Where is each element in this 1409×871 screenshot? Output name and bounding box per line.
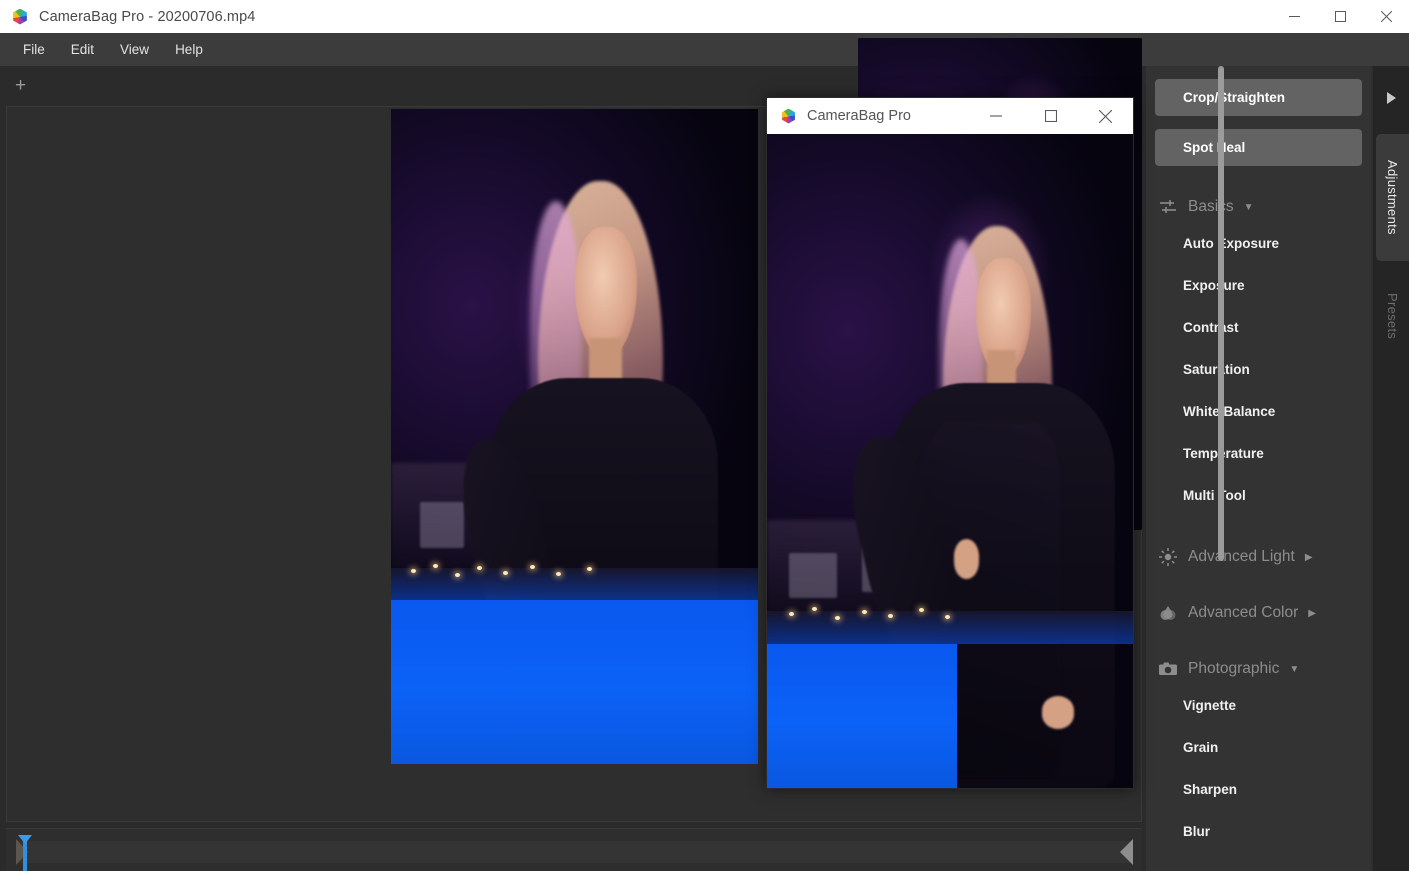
adjustment-saturation[interactable]: Saturation — [1146, 348, 1371, 390]
menu-item-help[interactable]: Help — [162, 38, 216, 61]
adjustments-panel: Crop/Straighten Spot Heal Basics ▼ Auto … — [1146, 66, 1409, 871]
tab-adjustments[interactable]: Adjustments — [1376, 134, 1409, 261]
menu-bar: File Edit View Help — [0, 33, 1409, 66]
tab-presets[interactable]: Presets — [1376, 269, 1409, 364]
photo-chair — [420, 502, 465, 548]
minimize-icon[interactable] — [968, 98, 1023, 134]
camera-icon — [1158, 659, 1178, 679]
chevron-down-icon[interactable]: ▼ — [1289, 664, 1299, 675]
group-header-advanced-light[interactable]: Advanced Light ▶ — [1146, 542, 1371, 572]
group-header-advanced-color[interactable]: Advanced Color ▶ — [1146, 598, 1371, 628]
main-preview-image[interactable] — [391, 109, 758, 764]
group-label-advanced-color: Advanced Color — [1188, 604, 1299, 621]
timeline-track[interactable] — [16, 841, 1132, 863]
add-tab-button[interactable]: + — [11, 76, 30, 96]
window-controls — [1271, 0, 1409, 33]
tab-presets-label: Presets — [1385, 293, 1400, 340]
photo-string-lights — [402, 561, 622, 587]
main-title-bar: CameraBag Pro - 20200706.mp4 — [0, 0, 1409, 33]
photo-pool — [391, 600, 758, 764]
window-title: CameraBag Pro - 20200706.mp4 — [39, 8, 256, 25]
timeline-trim-end-handle[interactable] — [1120, 839, 1133, 865]
group-label-basics: Basics — [1188, 198, 1234, 215]
chevron-down-icon[interactable]: ▼ — [1244, 202, 1254, 213]
timeline-playhead[interactable] — [18, 835, 32, 871]
photo-pool — [767, 644, 958, 788]
photo-content — [767, 134, 1133, 788]
adjustments-scroll-area: Crop/Straighten Spot Heal Basics ▼ Auto … — [1146, 66, 1371, 871]
adjustment-white-balance[interactable]: White Balance — [1146, 390, 1371, 432]
photo-string-lights — [778, 605, 968, 631]
tab-adjustments-label: Adjustments — [1385, 160, 1400, 235]
video-timeline[interactable] — [6, 828, 1142, 871]
triangle-right-icon[interactable] — [1373, 78, 1409, 118]
photo-hand — [953, 539, 980, 579]
droplet-icon — [1158, 603, 1178, 623]
adjustment-grain[interactable]: Grain — [1146, 726, 1371, 768]
adjustment-exposure[interactable]: Exposure — [1146, 264, 1371, 306]
adjustment-temperature[interactable]: Temperature — [1146, 432, 1371, 474]
adjustment-multi-tool[interactable]: Multi Tool — [1146, 474, 1371, 516]
menu-item-edit[interactable]: Edit — [58, 38, 107, 61]
photo-content — [391, 109, 758, 764]
group-header-basics[interactable]: Basics ▼ — [1146, 192, 1371, 222]
group-label-photographic: Photographic — [1188, 660, 1280, 677]
camerabag-application-window: CameraBag Pro - 20200706.mp4 File Edit V… — [0, 0, 1409, 871]
camerabag-logo-icon — [13, 8, 27, 25]
child-window-preview-image[interactable] — [767, 134, 1133, 788]
adjustment-blur[interactable]: Blur — [1146, 810, 1371, 852]
close-icon[interactable] — [1363, 0, 1409, 33]
sliders-icon — [1158, 197, 1178, 217]
menu-item-file[interactable]: File — [10, 38, 58, 61]
sun-icon — [1158, 547, 1178, 567]
group-label-advanced-light: Advanced Light — [1188, 548, 1295, 565]
minimize-icon[interactable] — [1271, 0, 1317, 33]
maximize-icon[interactable] — [1317, 0, 1363, 33]
menu-item-view[interactable]: View — [107, 38, 162, 61]
adjustment-contrast[interactable]: Contrast — [1146, 306, 1371, 348]
adjustments-scrollbar-thumb[interactable] — [1218, 66, 1224, 561]
photo-chair — [788, 552, 837, 599]
adjustments-scrollbar[interactable] — [1216, 66, 1226, 871]
adjustment-sharpen[interactable]: Sharpen — [1146, 768, 1371, 810]
child-window[interactable]: CameraBag Pro — [766, 97, 1134, 789]
spot-heal-button[interactable]: Spot Heal — [1155, 129, 1362, 166]
child-window-title: CameraBag Pro — [807, 108, 911, 124]
photo-hand — [1041, 696, 1075, 730]
camerabag-logo-icon — [782, 108, 795, 124]
child-window-controls — [968, 98, 1133, 134]
group-header-photographic[interactable]: Photographic ▼ — [1146, 654, 1371, 684]
child-window-title-bar: CameraBag Pro — [767, 98, 1133, 134]
crop-straighten-button[interactable]: Crop/Straighten — [1155, 79, 1362, 116]
chevron-right-icon[interactable]: ▶ — [1308, 608, 1316, 619]
adjustment-auto-exposure[interactable]: Auto Exposure — [1146, 222, 1371, 264]
maximize-icon[interactable] — [1023, 98, 1078, 134]
side-tab-rail: Adjustments Presets — [1373, 66, 1409, 871]
chevron-right-icon[interactable]: ▶ — [1305, 552, 1313, 563]
close-icon[interactable] — [1078, 98, 1133, 134]
adjustment-vignette[interactable]: Vignette — [1146, 684, 1371, 726]
